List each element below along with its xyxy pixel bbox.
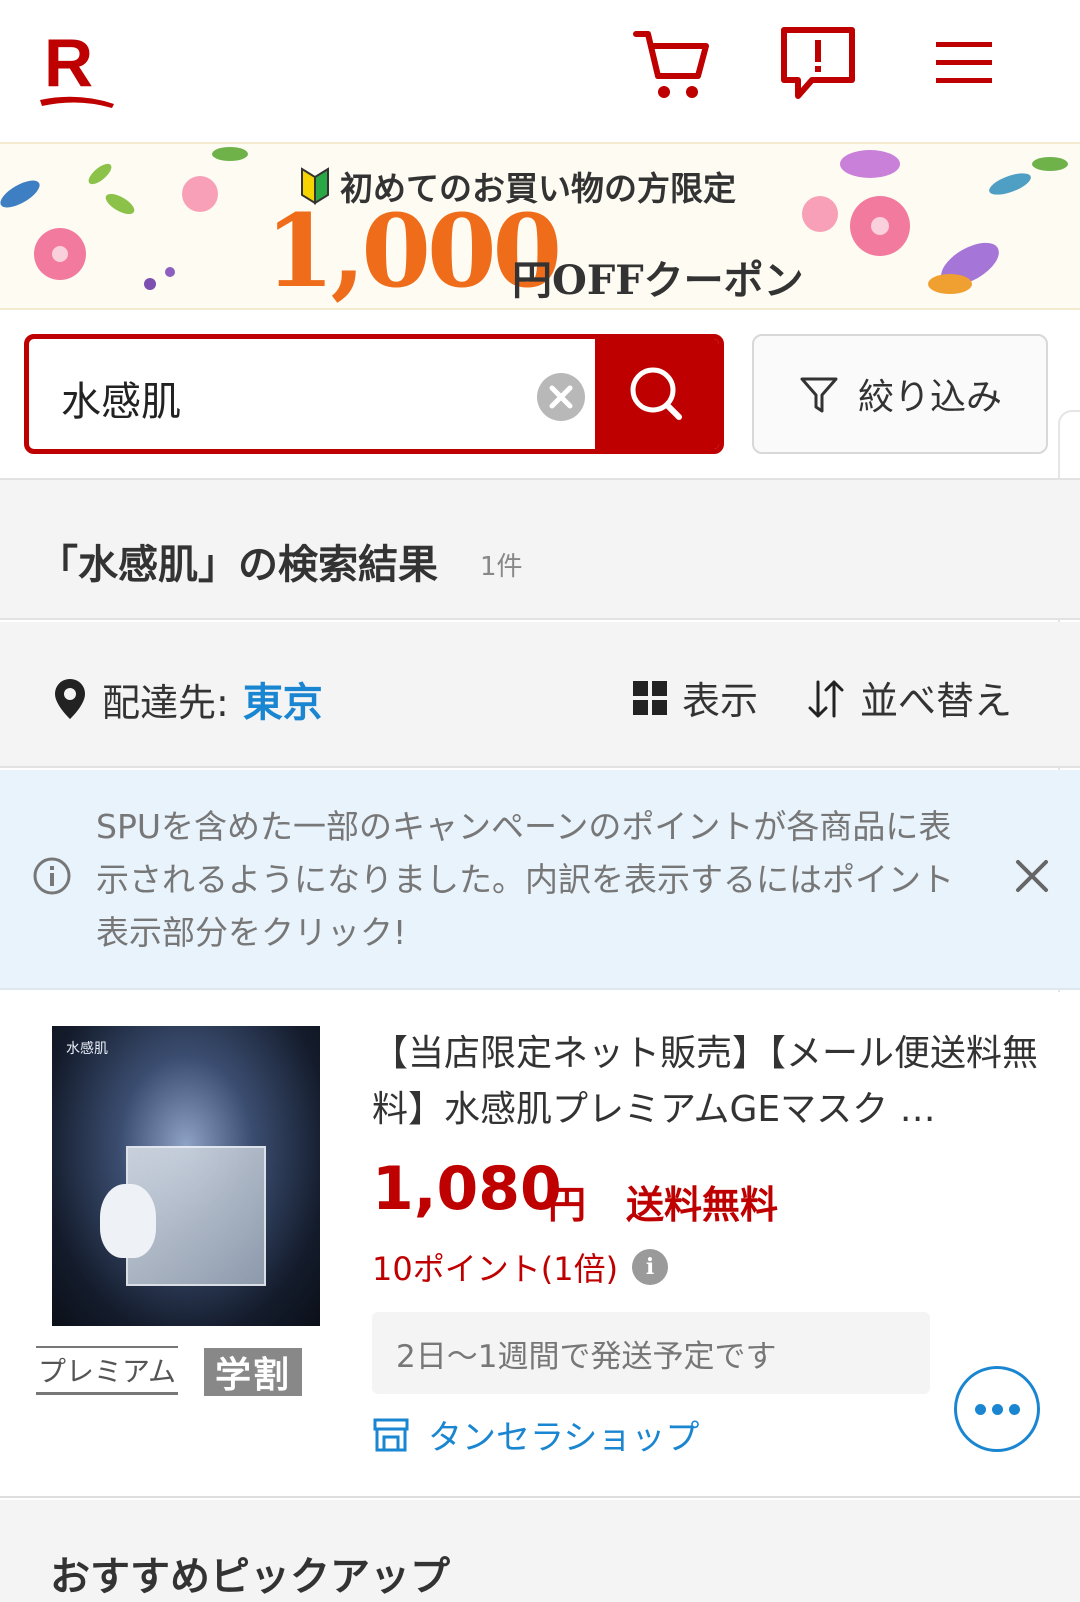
flower-decoration-left — [0, 147, 248, 290]
view-label: 表示 — [682, 679, 759, 723]
view-toggle-button[interactable]: 表示 — [632, 670, 758, 725]
product-points[interactable]: 10ポイント(1倍) i — [372, 1244, 669, 1290]
product-image[interactable]: 水感肌 — [52, 1026, 320, 1326]
shop-link[interactable]: タンセラショップ — [372, 1410, 699, 1459]
app-header: R — [0, 0, 1080, 140]
filter-icon — [800, 377, 838, 413]
filter-label: 絞り込み — [857, 377, 1002, 418]
filter-button[interactable]: 絞り込み — [752, 334, 1048, 454]
cart-icon[interactable] — [632, 24, 712, 104]
recommended-section: おすすめピックアップ — [0, 1500, 1080, 1602]
free-shipping-label: 送料無料 — [626, 1183, 779, 1227]
results-toolbar: 配達先: 東京 表示 並べ替え — [0, 622, 1080, 768]
rakuten-logo[interactable]: R — [40, 24, 116, 110]
points-info-icon[interactable]: i — [632, 1249, 669, 1285]
price-currency: 円 — [548, 1183, 587, 1227]
search-button[interactable] — [595, 339, 719, 449]
results-title: 「水感肌」の検索結果 — [38, 542, 438, 588]
dot — [991, 1403, 1003, 1415]
delivery-label: 配達先: — [102, 680, 229, 725]
student-discount-badge: 学割 — [204, 1348, 302, 1396]
delivery-estimate: 2日〜1週間で発送予定です — [372, 1312, 930, 1394]
search-input[interactable]: 水感肌 — [61, 369, 181, 427]
more-options-button[interactable] — [954, 1366, 1040, 1452]
delivery-value[interactable]: 東京 — [243, 670, 323, 728]
sort-arrows-icon — [808, 680, 844, 717]
sort-button[interactable]: 並べ替え — [806, 670, 1012, 725]
search-icon — [630, 367, 682, 420]
feedback-icon[interactable] — [778, 24, 858, 104]
coupon-banner[interactable]: 初めてのお買い物の方限定 1,000 円OFFクーポン — [0, 142, 1080, 310]
dot — [1008, 1403, 1020, 1415]
premium-badge: プレミアム — [36, 1346, 179, 1395]
shop-icon — [373, 1418, 409, 1451]
delivery-location[interactable]: 配達先: 東京 — [52, 670, 323, 728]
recommended-title: おすすめピックアップ — [50, 1554, 450, 1600]
notice-text: SPUを含めた一部のキャンペーンのポイントが各商品に表示されるようになりました。… — [96, 807, 954, 952]
points-notice[interactable]: SPUを含めた一部のキャンペーンのポイントが各商品に表示されるようになりました。… — [0, 770, 1080, 990]
product-image-mask — [100, 1184, 156, 1258]
results-header: 「水感肌」の検索結果 1件 — [0, 478, 1080, 620]
info-icon — [33, 857, 71, 895]
location-pin-icon — [55, 679, 85, 719]
results-count: 1件 — [480, 552, 523, 582]
close-icon — [549, 385, 573, 409]
svg-text:R: R — [44, 25, 93, 101]
points-text: 10ポイント(1倍) — [372, 1250, 619, 1288]
product-card[interactable]: 水感肌 プレミアム 学割 【当店限定ネット販売】【メール便送料無料】水感肌プレミ… — [0, 992, 1080, 1498]
flower-decoration-right — [802, 150, 1068, 294]
menu-icon[interactable] — [922, 24, 1002, 104]
product-price: 1,080 — [372, 1154, 562, 1224]
shop-name: タンセラショップ — [428, 1418, 700, 1458]
search-box: 水感肌 — [24, 334, 724, 454]
product-title[interactable]: 【当店限定ネット販売】【メール便送料無料】水感肌プレミアムGEマスク … — [372, 1026, 1042, 1138]
sort-label: 並べ替え — [860, 679, 1013, 723]
banner-line2: 円OFFクーポン — [512, 257, 804, 304]
close-notice-icon[interactable] — [1012, 856, 1052, 896]
clear-search-button[interactable] — [537, 373, 585, 421]
dot — [974, 1403, 986, 1415]
grid-icon — [633, 680, 667, 715]
product-image-brand: 水感肌 — [66, 1041, 108, 1057]
